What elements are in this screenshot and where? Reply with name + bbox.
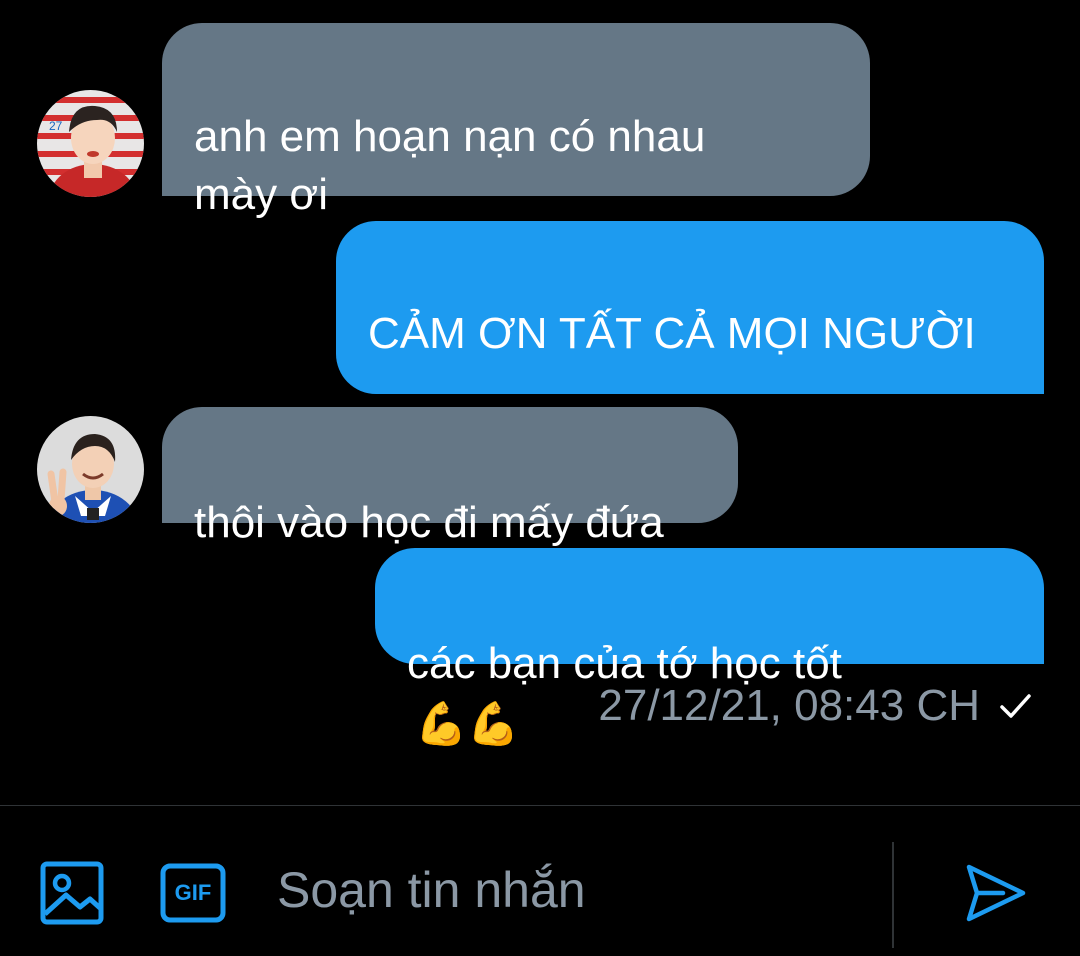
svg-text:27: 27 xyxy=(49,119,63,133)
message-input[interactable]: Soạn tin nhắn xyxy=(277,860,586,920)
gif-label: GIF xyxy=(174,880,212,905)
send-button[interactable] xyxy=(963,861,1027,925)
flexed-biceps-emoji: 💪💪 xyxy=(415,700,520,748)
image-button[interactable] xyxy=(40,861,104,925)
timestamp: 27/12/21, 08:43 CH xyxy=(598,681,980,730)
gif-button[interactable]: GIF xyxy=(160,863,226,923)
composer-separator xyxy=(892,842,894,948)
send-icon xyxy=(966,864,1026,922)
message-bubble-sent[interactable]: các bạn của tớ học tốt 💪💪 xyxy=(375,548,1044,747)
message-bubble-received[interactable]: thôi vào học đi mấy đứa xyxy=(162,407,738,547)
message-bubble-received[interactable]: anh em hoạn nạn có nhau mày ơi xyxy=(162,23,870,219)
avatar[interactable] xyxy=(37,416,144,523)
check-icon xyxy=(1000,694,1031,718)
message-composer: GIF Soạn tin nhắn xyxy=(0,806,1080,956)
message-text: CẢM ƠN TẤT CẢ MỌI NGƯỜI xyxy=(368,309,976,358)
avatar[interactable]: 27 xyxy=(37,90,144,197)
message-text: thôi vào học đi mấy đứa xyxy=(194,498,664,547)
message-text: anh em hoạn nạn có nhau mày ơi xyxy=(194,112,706,219)
message-status: 27/12/21, 08:43 CH xyxy=(598,676,1034,736)
message-input-placeholder: Soạn tin nhắn xyxy=(277,862,586,918)
image-icon xyxy=(40,861,104,925)
message-bubble-sent[interactable]: CẢM ƠN TẤT CẢ MỌI NGƯỜI 🙏🙏🙏 xyxy=(336,221,1044,477)
